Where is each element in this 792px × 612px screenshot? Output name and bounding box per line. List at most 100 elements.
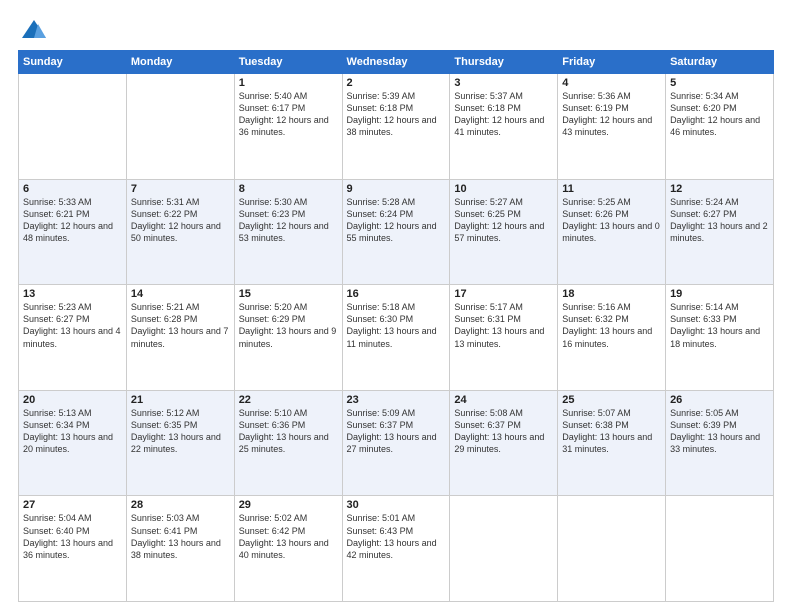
calendar-cell: 29Sunrise: 5:02 AM Sunset: 6:42 PM Dayli… <box>234 496 342 602</box>
day-number: 25 <box>562 394 661 406</box>
day-number: 7 <box>131 183 230 195</box>
day-number: 4 <box>562 77 661 89</box>
day-number: 13 <box>23 288 122 300</box>
day-info: Sunrise: 5:31 AM Sunset: 6:22 PM Dayligh… <box>131 196 230 245</box>
day-info: Sunrise: 5:33 AM Sunset: 6:21 PM Dayligh… <box>23 196 122 245</box>
day-number: 23 <box>347 394 446 406</box>
day-number: 15 <box>239 288 338 300</box>
day-info: Sunrise: 5:30 AM Sunset: 6:23 PM Dayligh… <box>239 196 338 245</box>
day-number: 29 <box>239 499 338 511</box>
calendar-cell: 15Sunrise: 5:20 AM Sunset: 6:29 PM Dayli… <box>234 285 342 391</box>
day-info: Sunrise: 5:09 AM Sunset: 6:37 PM Dayligh… <box>347 407 446 456</box>
day-info: Sunrise: 5:34 AM Sunset: 6:20 PM Dayligh… <box>670 90 769 139</box>
day-number: 2 <box>347 77 446 89</box>
day-number: 5 <box>670 77 769 89</box>
day-info: Sunrise: 5:18 AM Sunset: 6:30 PM Dayligh… <box>347 301 446 350</box>
weekday-header-row: SundayMondayTuesdayWednesdayThursdayFrid… <box>19 51 774 74</box>
weekday-header-thursday: Thursday <box>450 51 558 74</box>
logo <box>18 18 48 40</box>
day-info: Sunrise: 5:05 AM Sunset: 6:39 PM Dayligh… <box>670 407 769 456</box>
day-info: Sunrise: 5:04 AM Sunset: 6:40 PM Dayligh… <box>23 512 122 561</box>
weekday-header-saturday: Saturday <box>666 51 774 74</box>
day-number: 9 <box>347 183 446 195</box>
calendar-cell: 12Sunrise: 5:24 AM Sunset: 6:27 PM Dayli… <box>666 179 774 285</box>
calendar-cell: 1Sunrise: 5:40 AM Sunset: 6:17 PM Daylig… <box>234 74 342 180</box>
calendar-cell <box>450 496 558 602</box>
day-number: 17 <box>454 288 553 300</box>
day-number: 19 <box>670 288 769 300</box>
day-number: 12 <box>670 183 769 195</box>
day-info: Sunrise: 5:24 AM Sunset: 6:27 PM Dayligh… <box>670 196 769 245</box>
calendar-cell: 17Sunrise: 5:17 AM Sunset: 6:31 PM Dayli… <box>450 285 558 391</box>
calendar-cell: 11Sunrise: 5:25 AM Sunset: 6:26 PM Dayli… <box>558 179 666 285</box>
calendar-cell <box>19 74 127 180</box>
calendar-cell: 20Sunrise: 5:13 AM Sunset: 6:34 PM Dayli… <box>19 390 127 496</box>
day-number: 14 <box>131 288 230 300</box>
day-info: Sunrise: 5:12 AM Sunset: 6:35 PM Dayligh… <box>131 407 230 456</box>
day-info: Sunrise: 5:27 AM Sunset: 6:25 PM Dayligh… <box>454 196 553 245</box>
day-number: 28 <box>131 499 230 511</box>
day-number: 11 <box>562 183 661 195</box>
day-info: Sunrise: 5:37 AM Sunset: 6:18 PM Dayligh… <box>454 90 553 139</box>
week-row-3: 13Sunrise: 5:23 AM Sunset: 6:27 PM Dayli… <box>19 285 774 391</box>
day-number: 1 <box>239 77 338 89</box>
calendar-cell: 6Sunrise: 5:33 AM Sunset: 6:21 PM Daylig… <box>19 179 127 285</box>
week-row-1: 1Sunrise: 5:40 AM Sunset: 6:17 PM Daylig… <box>19 74 774 180</box>
day-number: 22 <box>239 394 338 406</box>
calendar-cell: 9Sunrise: 5:28 AM Sunset: 6:24 PM Daylig… <box>342 179 450 285</box>
calendar-cell: 27Sunrise: 5:04 AM Sunset: 6:40 PM Dayli… <box>19 496 127 602</box>
calendar-cell: 3Sunrise: 5:37 AM Sunset: 6:18 PM Daylig… <box>450 74 558 180</box>
day-info: Sunrise: 5:17 AM Sunset: 6:31 PM Dayligh… <box>454 301 553 350</box>
weekday-header-wednesday: Wednesday <box>342 51 450 74</box>
calendar-cell: 13Sunrise: 5:23 AM Sunset: 6:27 PM Dayli… <box>19 285 127 391</box>
calendar-cell: 24Sunrise: 5:08 AM Sunset: 6:37 PM Dayli… <box>450 390 558 496</box>
day-info: Sunrise: 5:36 AM Sunset: 6:19 PM Dayligh… <box>562 90 661 139</box>
calendar-cell: 22Sunrise: 5:10 AM Sunset: 6:36 PM Dayli… <box>234 390 342 496</box>
day-info: Sunrise: 5:13 AM Sunset: 6:34 PM Dayligh… <box>23 407 122 456</box>
calendar-cell: 18Sunrise: 5:16 AM Sunset: 6:32 PM Dayli… <box>558 285 666 391</box>
day-number: 10 <box>454 183 553 195</box>
day-info: Sunrise: 5:25 AM Sunset: 6:26 PM Dayligh… <box>562 196 661 245</box>
day-info: Sunrise: 5:40 AM Sunset: 6:17 PM Dayligh… <box>239 90 338 139</box>
day-info: Sunrise: 5:28 AM Sunset: 6:24 PM Dayligh… <box>347 196 446 245</box>
calendar-cell: 2Sunrise: 5:39 AM Sunset: 6:18 PM Daylig… <box>342 74 450 180</box>
day-info: Sunrise: 5:16 AM Sunset: 6:32 PM Dayligh… <box>562 301 661 350</box>
day-info: Sunrise: 5:20 AM Sunset: 6:29 PM Dayligh… <box>239 301 338 350</box>
calendar-cell <box>666 496 774 602</box>
day-info: Sunrise: 5:21 AM Sunset: 6:28 PM Dayligh… <box>131 301 230 350</box>
day-info: Sunrise: 5:39 AM Sunset: 6:18 PM Dayligh… <box>347 90 446 139</box>
calendar-cell: 19Sunrise: 5:14 AM Sunset: 6:33 PM Dayli… <box>666 285 774 391</box>
weekday-header-monday: Monday <box>126 51 234 74</box>
calendar-cell: 21Sunrise: 5:12 AM Sunset: 6:35 PM Dayli… <box>126 390 234 496</box>
calendar-cell: 14Sunrise: 5:21 AM Sunset: 6:28 PM Dayli… <box>126 285 234 391</box>
weekday-header-friday: Friday <box>558 51 666 74</box>
calendar-cell <box>126 74 234 180</box>
day-number: 27 <box>23 499 122 511</box>
day-number: 8 <box>239 183 338 195</box>
calendar-cell: 26Sunrise: 5:05 AM Sunset: 6:39 PM Dayli… <box>666 390 774 496</box>
week-row-4: 20Sunrise: 5:13 AM Sunset: 6:34 PM Dayli… <box>19 390 774 496</box>
calendar-table: SundayMondayTuesdayWednesdayThursdayFrid… <box>18 50 774 602</box>
day-number: 30 <box>347 499 446 511</box>
day-number: 18 <box>562 288 661 300</box>
day-number: 6 <box>23 183 122 195</box>
calendar-cell: 5Sunrise: 5:34 AM Sunset: 6:20 PM Daylig… <box>666 74 774 180</box>
logo-icon <box>20 16 48 44</box>
day-number: 26 <box>670 394 769 406</box>
day-number: 21 <box>131 394 230 406</box>
day-info: Sunrise: 5:10 AM Sunset: 6:36 PM Dayligh… <box>239 407 338 456</box>
day-info: Sunrise: 5:03 AM Sunset: 6:41 PM Dayligh… <box>131 512 230 561</box>
weekday-header-sunday: Sunday <box>19 51 127 74</box>
weekday-header-tuesday: Tuesday <box>234 51 342 74</box>
calendar-cell: 16Sunrise: 5:18 AM Sunset: 6:30 PM Dayli… <box>342 285 450 391</box>
calendar-cell: 28Sunrise: 5:03 AM Sunset: 6:41 PM Dayli… <box>126 496 234 602</box>
week-row-2: 6Sunrise: 5:33 AM Sunset: 6:21 PM Daylig… <box>19 179 774 285</box>
day-info: Sunrise: 5:14 AM Sunset: 6:33 PM Dayligh… <box>670 301 769 350</box>
day-number: 16 <box>347 288 446 300</box>
day-number: 24 <box>454 394 553 406</box>
day-info: Sunrise: 5:07 AM Sunset: 6:38 PM Dayligh… <box>562 407 661 456</box>
day-info: Sunrise: 5:08 AM Sunset: 6:37 PM Dayligh… <box>454 407 553 456</box>
calendar-cell: 23Sunrise: 5:09 AM Sunset: 6:37 PM Dayli… <box>342 390 450 496</box>
calendar-cell: 7Sunrise: 5:31 AM Sunset: 6:22 PM Daylig… <box>126 179 234 285</box>
day-info: Sunrise: 5:01 AM Sunset: 6:43 PM Dayligh… <box>347 512 446 561</box>
